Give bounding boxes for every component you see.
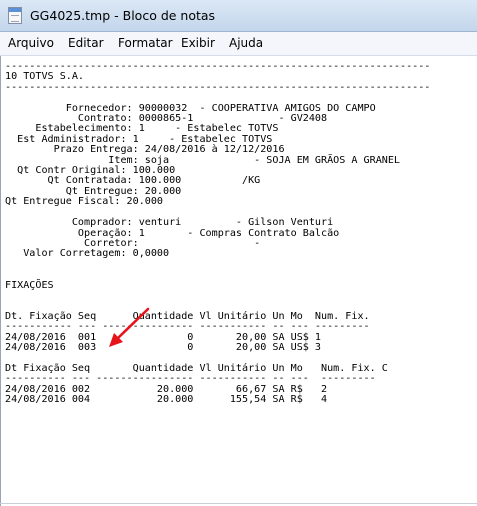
document-text: ----------------------------------------… — [5, 61, 431, 405]
menu-ajuda[interactable]: Ajuda — [229, 36, 263, 50]
menu-bar: Arquivo Editar Formatar Exibir Ajuda — [0, 32, 477, 56]
menu-exibir[interactable]: Exibir — [181, 36, 215, 50]
menu-formatar[interactable]: Formatar — [118, 36, 173, 50]
menu-arquivo[interactable]: Arquivo — [8, 36, 54, 50]
text-editor-area[interactable]: ----------------------------------------… — [0, 56, 477, 506]
notepad-icon — [8, 7, 22, 24]
editor-bottom-border — [0, 503, 477, 504]
title-bar: GG4025.tmp - Bloco de notas — [0, 0, 477, 32]
menu-editar[interactable]: Editar — [68, 36, 104, 50]
editor-left-border — [0, 56, 1, 506]
window-title: GG4025.tmp - Bloco de notas — [30, 8, 216, 23]
